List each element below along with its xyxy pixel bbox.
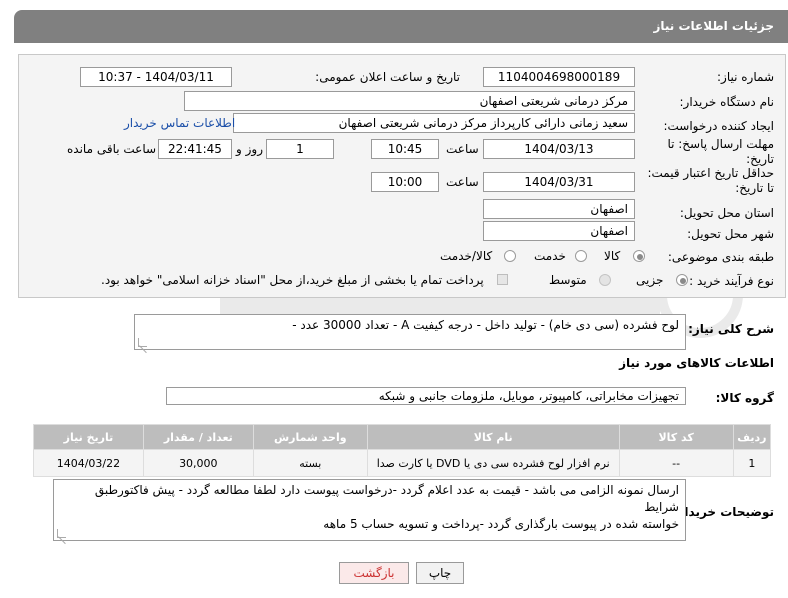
category-option-goods: کالا: [604, 249, 621, 263]
creator-label: ایجاد کننده درخواست:: [663, 119, 774, 133]
buyer-notes-label: توضیحات خریدار:: [672, 505, 774, 519]
cell-name: نرم افزار لوح فشرده سی دی یا DVD یا کارت…: [366, 449, 620, 477]
announce-label: تاریخ و ساعت اعلان عمومی:: [315, 70, 460, 84]
category-option-goods-service: کالا/خدمت: [440, 249, 493, 263]
description-text: لوح فشرده (سی دی خام) - تولید داخل - درج…: [292, 318, 679, 332]
process-radio-minor[interactable]: [676, 274, 688, 286]
goods-group-field[interactable]: تجهیزات مخابراتی، کامپیوتر، موبایل، ملزو…: [166, 387, 686, 405]
page-header: جزئیات اطلاعات نیاز: [14, 10, 788, 43]
cell-code: --: [618, 449, 734, 477]
announce-field[interactable]: 1404/03/11 - 10:37: [80, 67, 232, 87]
deadline-date-field[interactable]: 1404/03/13: [483, 139, 635, 159]
col-qty: تعداد / مقدار: [142, 424, 254, 450]
process-label: نوع فرآیند خرید :: [689, 274, 774, 288]
buyer-notes-line-2: خواسته شده در پیوست بارگذاری گردد -پرداخ…: [323, 517, 679, 531]
validity-time-field[interactable]: 10:00: [371, 172, 439, 192]
col-name: نام کالا: [366, 424, 620, 450]
resize-grip-icon[interactable]: [57, 529, 66, 538]
description-textarea[interactable]: لوح فشرده (سی دی خام) - تولید داخل - درج…: [134, 314, 686, 350]
back-button[interactable]: بازگشت: [339, 562, 409, 584]
col-row: ردیف: [732, 424, 772, 450]
validity-date-field[interactable]: 1404/03/31: [483, 172, 635, 192]
buyer-contact-link[interactable]: اطلاعات تماس خریدار: [124, 116, 235, 130]
cell-qty: 30,000: [142, 449, 254, 477]
page-title: جزئیات اطلاعات نیاز: [653, 19, 774, 33]
category-radio-goods[interactable]: [633, 250, 645, 262]
deadline-label-2: تاریخ:: [746, 152, 774, 166]
remaining-time-field[interactable]: 22:41:45: [158, 139, 232, 159]
validity-time-label: ساعت: [446, 175, 479, 189]
goods-table: ردیف کد کالا نام کالا واحد شمارش تعداد /…: [33, 424, 772, 477]
days-label: روز و: [236, 142, 263, 156]
treasury-payment-checkbox[interactable]: [497, 274, 508, 285]
category-option-service: خدمت: [534, 249, 566, 263]
col-code: کد کالا: [618, 424, 734, 450]
process-option-minor: جزیی: [636, 273, 664, 287]
buyer-org-field[interactable]: مرکز درمانی شریعتی اصفهان: [184, 91, 635, 111]
treasury-payment-note: پرداخت تمام یا بخشی از مبلغ خرید،از محل …: [101, 273, 484, 287]
remaining-label: ساعت باقی مانده: [67, 142, 157, 156]
province-field[interactable]: اصفهان: [483, 199, 635, 219]
validity-label-1: حداقل تاریخ اعتبار قیمت:: [647, 166, 774, 180]
validity-label-2: تا تاریخ:: [735, 181, 774, 195]
city-field[interactable]: اصفهان: [483, 221, 635, 241]
deadline-time-label: ساعت: [446, 142, 479, 156]
category-radio-service[interactable]: [575, 250, 587, 262]
goods-section-title: اطلاعات کالاهای مورد نیاز: [619, 356, 774, 370]
description-label: شرح کلی نیاز:: [688, 322, 774, 336]
city-label: شهر محل تحویل:: [687, 227, 774, 241]
creator-field[interactable]: سعید زمانی دارائی کارپرداز مرکز درمانی ش…: [233, 113, 635, 133]
process-option-medium: متوسط: [549, 273, 587, 287]
process-radio-medium[interactable]: [599, 274, 611, 286]
buyer-notes-line-1: ارسال نمونه الزامی می باشد - قیمت به عدد…: [94, 483, 679, 514]
buyer-org-label: نام دستگاه خریدار:: [679, 95, 775, 109]
goods-table-header: ردیف کد کالا نام کالا واحد شمارش تعداد /…: [33, 424, 772, 450]
need-number-field[interactable]: 1104004698000189: [483, 67, 635, 87]
category-radio-goods-service[interactable]: [504, 250, 516, 262]
deadline-label-1: مهلت ارسال پاسخ: تا: [667, 137, 774, 151]
col-date: تاریخ نیاز: [33, 424, 144, 450]
buyer-notes-textarea[interactable]: ارسال نمونه الزامی می باشد - قیمت به عدد…: [53, 479, 686, 541]
days-field[interactable]: 1: [266, 139, 334, 159]
need-number-label: شماره نیاز:: [717, 70, 774, 84]
resize-grip-icon[interactable]: [138, 338, 147, 347]
category-label: طبقه بندی موضوعی:: [667, 250, 774, 264]
cell-row: 1: [732, 449, 772, 477]
cell-date: 1404/03/22: [33, 449, 144, 477]
cell-unit: بسته: [252, 449, 368, 477]
deadline-time-field[interactable]: 10:45: [371, 139, 439, 159]
col-unit: واحد شمارش: [252, 424, 368, 450]
province-label: استان محل تحویل:: [679, 206, 774, 220]
goods-group-label: گروه کالا:: [715, 391, 774, 405]
table-row: 1 -- نرم افزار لوح فشرده سی دی یا DVD یا…: [33, 449, 772, 477]
print-button[interactable]: چاپ: [416, 562, 464, 584]
